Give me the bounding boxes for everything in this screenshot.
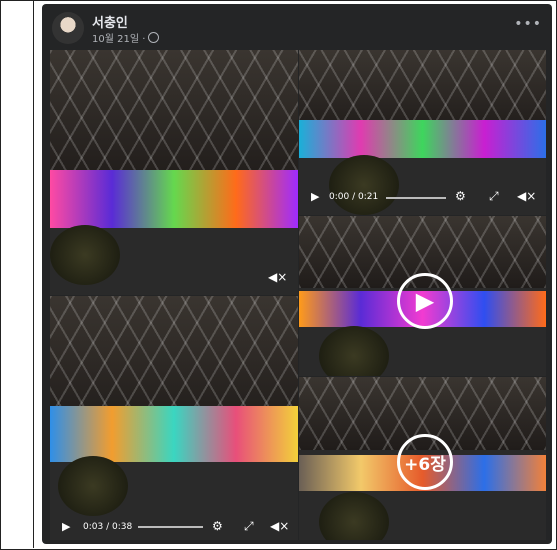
media-tile-1[interactable]: ◀×: [50, 50, 298, 295]
globe-icon: [148, 32, 160, 43]
post-meta: 10월 21일 ·: [92, 30, 160, 45]
media-tile-4[interactable]: +6장: [299, 377, 546, 540]
video-tile-1[interactable]: ▶ 0:00 / 0:21 ⚙ ⤢ ◀×: [299, 50, 546, 215]
play-icon[interactable]: ▶: [397, 273, 453, 329]
more-icon[interactable]: •••: [514, 16, 542, 32]
volume-icon[interactable]: ◀×: [517, 189, 536, 203]
facebook-post: 서충인 10월 21일 · ••• ◀× ▶ 0:00 / 0:21 ⚙ ⤢ ◀…: [42, 4, 552, 544]
author-name[interactable]: 서충인: [92, 12, 128, 31]
gear-icon[interactable]: ⚙: [212, 519, 223, 533]
progress-bar[interactable]: [386, 197, 446, 199]
media-led-floor: [299, 120, 546, 158]
play-icon[interactable]: ▶: [62, 520, 70, 533]
more-photos-overlay[interactable]: +6장: [397, 434, 453, 490]
media-led-floor: [50, 170, 298, 228]
video-tile-3[interactable]: ▶ 0:03 / 0:38 ⚙ ⤢ ◀×: [50, 296, 298, 540]
volume-icon[interactable]: ◀×: [270, 519, 289, 533]
volume-icon[interactable]: ◀×: [268, 270, 287, 284]
video-time: 0:03 / 0:38: [83, 522, 133, 532]
play-icon[interactable]: ▶: [311, 190, 319, 203]
divider-line: [33, 0, 34, 548]
gear-icon[interactable]: ⚙: [455, 189, 466, 203]
progress-bar[interactable]: [138, 526, 203, 528]
video-time: 0:00 / 0:21: [329, 192, 379, 202]
media-led-floor: [50, 406, 298, 462]
avatar[interactable]: [52, 12, 84, 44]
fullscreen-icon[interactable]: ⤢: [489, 189, 499, 204]
post-date[interactable]: 10월 21일 ·: [92, 30, 145, 45]
fullscreen-icon[interactable]: ⤢: [244, 519, 254, 534]
video-tile-2[interactable]: ▶: [299, 216, 546, 376]
